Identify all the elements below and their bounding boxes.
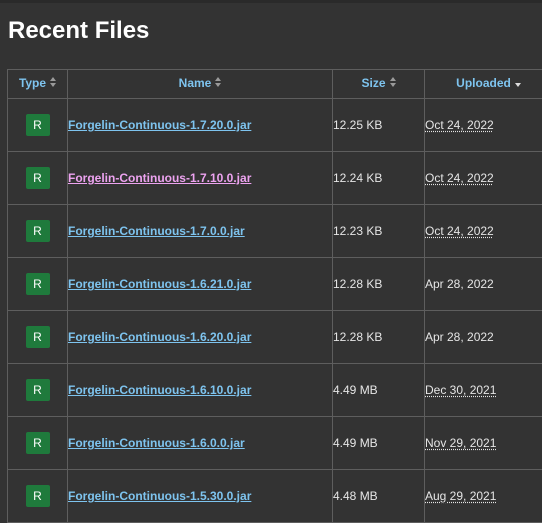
- file-size: 4.49 MB: [333, 417, 425, 470]
- upload-date: Apr 28, 2022: [425, 277, 494, 291]
- release-type-badge: R: [26, 167, 50, 189]
- table-row: R Forgelin-Continuous-1.5.30.0.jar 4.48 …: [8, 470, 542, 523]
- sort-both-icon: [390, 76, 396, 90]
- file-size: 12.25 KB: [333, 99, 425, 152]
- header-size[interactable]: Size: [333, 70, 425, 99]
- file-link[interactable]: Forgelin-Continuous-1.6.0.0.jar: [68, 436, 245, 450]
- header-type[interactable]: Type: [8, 70, 68, 99]
- file-size: 4.48 MB: [333, 470, 425, 523]
- release-type-badge: R: [26, 273, 50, 295]
- table-row: R Forgelin-Continuous-1.6.20.0.jar 12.28…: [8, 311, 542, 364]
- header-type-label: Type: [19, 76, 46, 90]
- sort-both-icon: [50, 76, 56, 90]
- release-type-badge: R: [26, 326, 50, 348]
- header-name[interactable]: Name: [68, 70, 333, 99]
- table-row: R Forgelin-Continuous-1.6.0.0.jar 4.49 M…: [8, 417, 542, 470]
- file-size: 12.23 KB: [333, 205, 425, 258]
- table-header-row: Type Name Size Uploaded: [8, 70, 542, 99]
- sort-desc-icon: [515, 76, 521, 90]
- header-size-label: Size: [361, 76, 385, 90]
- release-type-badge: R: [26, 220, 50, 242]
- file-link[interactable]: Forgelin-Continuous-1.7.0.0.jar: [68, 224, 245, 238]
- file-size: 12.28 KB: [333, 311, 425, 364]
- upload-date: Oct 24, 2022: [425, 224, 494, 238]
- file-link[interactable]: Forgelin-Continuous-1.6.10.0.jar: [68, 383, 251, 397]
- table-row: R Forgelin-Continuous-1.6.21.0.jar 12.28…: [8, 258, 542, 311]
- file-size: 12.24 KB: [333, 152, 425, 205]
- file-link[interactable]: Forgelin-Continuous-1.6.21.0.jar: [68, 277, 251, 291]
- header-name-label: Name: [179, 76, 212, 90]
- file-link[interactable]: Forgelin-Continuous-1.7.20.0.jar: [68, 118, 251, 132]
- release-type-badge: R: [26, 379, 50, 401]
- table-row: R Forgelin-Continuous-1.7.0.0.jar 12.23 …: [8, 205, 542, 258]
- upload-date: Apr 28, 2022: [425, 330, 494, 344]
- header-uploaded-label: Uploaded: [456, 76, 511, 90]
- release-type-badge: R: [26, 432, 50, 454]
- table-row: R Forgelin-Continuous-1.6.10.0.jar 4.49 …: [8, 364, 542, 417]
- file-size: 12.28 KB: [333, 258, 425, 311]
- table-row: R Forgelin-Continuous-1.7.20.0.jar 12.25…: [8, 99, 542, 152]
- upload-date: Dec 30, 2021: [425, 383, 496, 397]
- upload-date: Oct 24, 2022: [425, 171, 494, 185]
- file-link[interactable]: Forgelin-Continuous-1.7.10.0.jar: [68, 171, 251, 185]
- sort-both-icon: [215, 76, 221, 90]
- top-divider: [0, 0, 542, 3]
- release-type-badge: R: [26, 485, 50, 507]
- recent-files-table: Type Name Size Uploaded R Forgelin-Conti…: [7, 69, 542, 523]
- upload-date: Nov 29, 2021: [425, 436, 496, 450]
- file-link[interactable]: Forgelin-Continuous-1.6.20.0.jar: [68, 330, 251, 344]
- page-title: Recent Files: [8, 16, 149, 46]
- table-row: R Forgelin-Continuous-1.7.10.0.jar 12.24…: [8, 152, 542, 205]
- file-size: 4.49 MB: [333, 364, 425, 417]
- release-type-badge: R: [26, 114, 50, 136]
- header-uploaded[interactable]: Uploaded: [425, 70, 542, 99]
- upload-date: Oct 24, 2022: [425, 118, 494, 132]
